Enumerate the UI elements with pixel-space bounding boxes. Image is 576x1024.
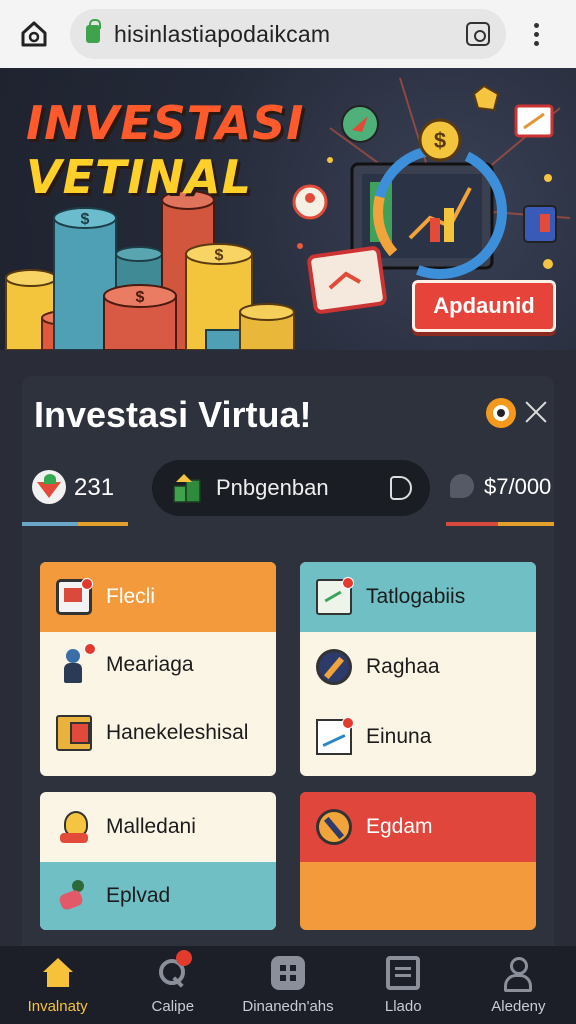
notification-badge bbox=[81, 578, 93, 590]
lock-icon bbox=[86, 19, 101, 43]
chart-icon bbox=[316, 717, 354, 755]
notification-badge bbox=[175, 950, 192, 966]
notification-badge bbox=[342, 577, 354, 589]
nav-item-list[interactable]: Llado bbox=[346, 946, 461, 1024]
address-bar[interactable]: hisinlastiapodaikcam bbox=[70, 9, 506, 59]
close-button[interactable] bbox=[522, 398, 550, 426]
lightbulb-icon bbox=[56, 809, 92, 845]
browser-toolbar: hisinlastiapodaikcam bbox=[0, 0, 576, 68]
growth-icon bbox=[173, 474, 201, 503]
progress-segment bbox=[22, 522, 78, 526]
card-row[interactable]: Meariaga bbox=[40, 632, 276, 698]
overflow-menu-button[interactable] bbox=[524, 14, 548, 54]
svg-text:$: $ bbox=[136, 289, 145, 306]
nav-label: Aledeny bbox=[491, 998, 546, 1015]
growth-pill[interactable]: Pnbgenban bbox=[152, 460, 430, 516]
ledger-icon bbox=[56, 715, 92, 751]
nav-label: Llado bbox=[384, 998, 422, 1015]
url-text: hisinlastiapodaikcam bbox=[114, 20, 331, 47]
notification-badge bbox=[84, 643, 96, 655]
nav-item-dashboard[interactable]: Dinanedn'ahs bbox=[230, 946, 345, 1024]
hero-banner: $ $ $ $ INVESTASI VETINAL Apdaunid bbox=[0, 68, 576, 350]
hammer-icon bbox=[316, 809, 352, 845]
card-row[interactable]: Einuna bbox=[300, 702, 536, 772]
card-row-label: Meariaga bbox=[106, 653, 194, 676]
dot-icon bbox=[533, 31, 539, 37]
grid-icon bbox=[271, 956, 305, 990]
category-card: Egdam bbox=[300, 792, 536, 930]
dot-icon bbox=[533, 40, 539, 46]
list-icon bbox=[386, 956, 421, 990]
phone-icon bbox=[56, 578, 93, 615]
growth-label: Pnbgenban bbox=[216, 475, 329, 500]
svg-text:$: $ bbox=[81, 211, 90, 228]
bottom-nav: Invalnaty Calipe Dinanedn'ahs Llado Aled… bbox=[0, 946, 576, 1024]
user-icon bbox=[501, 956, 535, 992]
hero-title-line1: INVESTASI bbox=[26, 96, 305, 150]
card-row[interactable]: Hanekeleshisal bbox=[40, 698, 276, 768]
hero-title: INVESTASI VETINAL bbox=[26, 96, 304, 204]
person-icon bbox=[56, 643, 96, 683]
card-row[interactable]: Tatlogabiis bbox=[300, 562, 536, 632]
card-row[interactable]: Egdam bbox=[300, 792, 536, 862]
home-icon bbox=[21, 21, 47, 47]
nav-label: Calipe bbox=[151, 998, 195, 1015]
hero-title-line2: VETINAL bbox=[26, 150, 252, 204]
card-row-label: Malledani bbox=[106, 815, 196, 838]
card-row[interactable]: Eplvad bbox=[40, 862, 276, 930]
hero-cta-button[interactable]: Apdaunid bbox=[412, 280, 556, 332]
category-card: Malledani Eplvad bbox=[40, 792, 276, 930]
card-row-label: Raghaa bbox=[366, 655, 440, 678]
home-icon bbox=[41, 956, 75, 990]
tag-icon bbox=[390, 476, 412, 500]
card-row[interactable]: Raghaa bbox=[300, 632, 536, 702]
card-row-label: Egdam bbox=[366, 815, 433, 838]
investment-panel: Investasi Virtua! 231 Pnbgenban $7/000 F… bbox=[22, 376, 554, 956]
progress-segment bbox=[78, 522, 128, 526]
category-card: Tatlogabiis Raghaa Einuna bbox=[300, 562, 536, 776]
money-value: $7/000 bbox=[484, 474, 552, 499]
svg-text:$: $ bbox=[434, 128, 446, 153]
progress-segment bbox=[498, 522, 554, 526]
score-icon bbox=[32, 470, 66, 504]
runner-icon bbox=[56, 878, 92, 914]
card-row-label: Einuna bbox=[366, 725, 432, 748]
card-row-label: Hanekeleshisal bbox=[106, 721, 249, 744]
target-icon[interactable] bbox=[486, 398, 516, 428]
bubble-icon bbox=[450, 474, 474, 498]
nav-item-profile[interactable]: Aledeny bbox=[461, 946, 576, 1024]
card-row-label: Tatlogabiis bbox=[366, 585, 466, 608]
card-row[interactable]: Malledani bbox=[40, 792, 276, 862]
document-icon bbox=[316, 577, 354, 615]
progress-segment bbox=[446, 522, 498, 526]
progress-strip bbox=[22, 522, 554, 526]
nav-label: Invalnaty bbox=[27, 998, 88, 1015]
card-row-label: Eplvad bbox=[106, 884, 171, 907]
nav-item-home[interactable]: Invalnaty bbox=[0, 946, 115, 1024]
home-button[interactable] bbox=[14, 14, 54, 54]
card-row-label: Flecli bbox=[106, 585, 156, 608]
stats-row: 231 Pnbgenban $7/000 bbox=[22, 460, 554, 516]
panel-title: Investasi Virtua! bbox=[34, 394, 312, 435]
card-row[interactable]: Flecli bbox=[40, 562, 276, 632]
svg-text:$: $ bbox=[215, 247, 224, 264]
category-card: Flecli Meariaga Hanekeleshisal bbox=[40, 562, 276, 776]
dot-icon bbox=[533, 22, 539, 28]
camera-icon[interactable] bbox=[466, 22, 490, 46]
nav-label: Dinanedn'ahs bbox=[242, 998, 334, 1015]
tool-icon bbox=[316, 649, 352, 685]
score-value: 231 bbox=[74, 474, 115, 501]
search-icon bbox=[156, 950, 192, 990]
nav-item-search[interactable]: Calipe bbox=[115, 946, 230, 1024]
notification-badge bbox=[342, 717, 354, 729]
